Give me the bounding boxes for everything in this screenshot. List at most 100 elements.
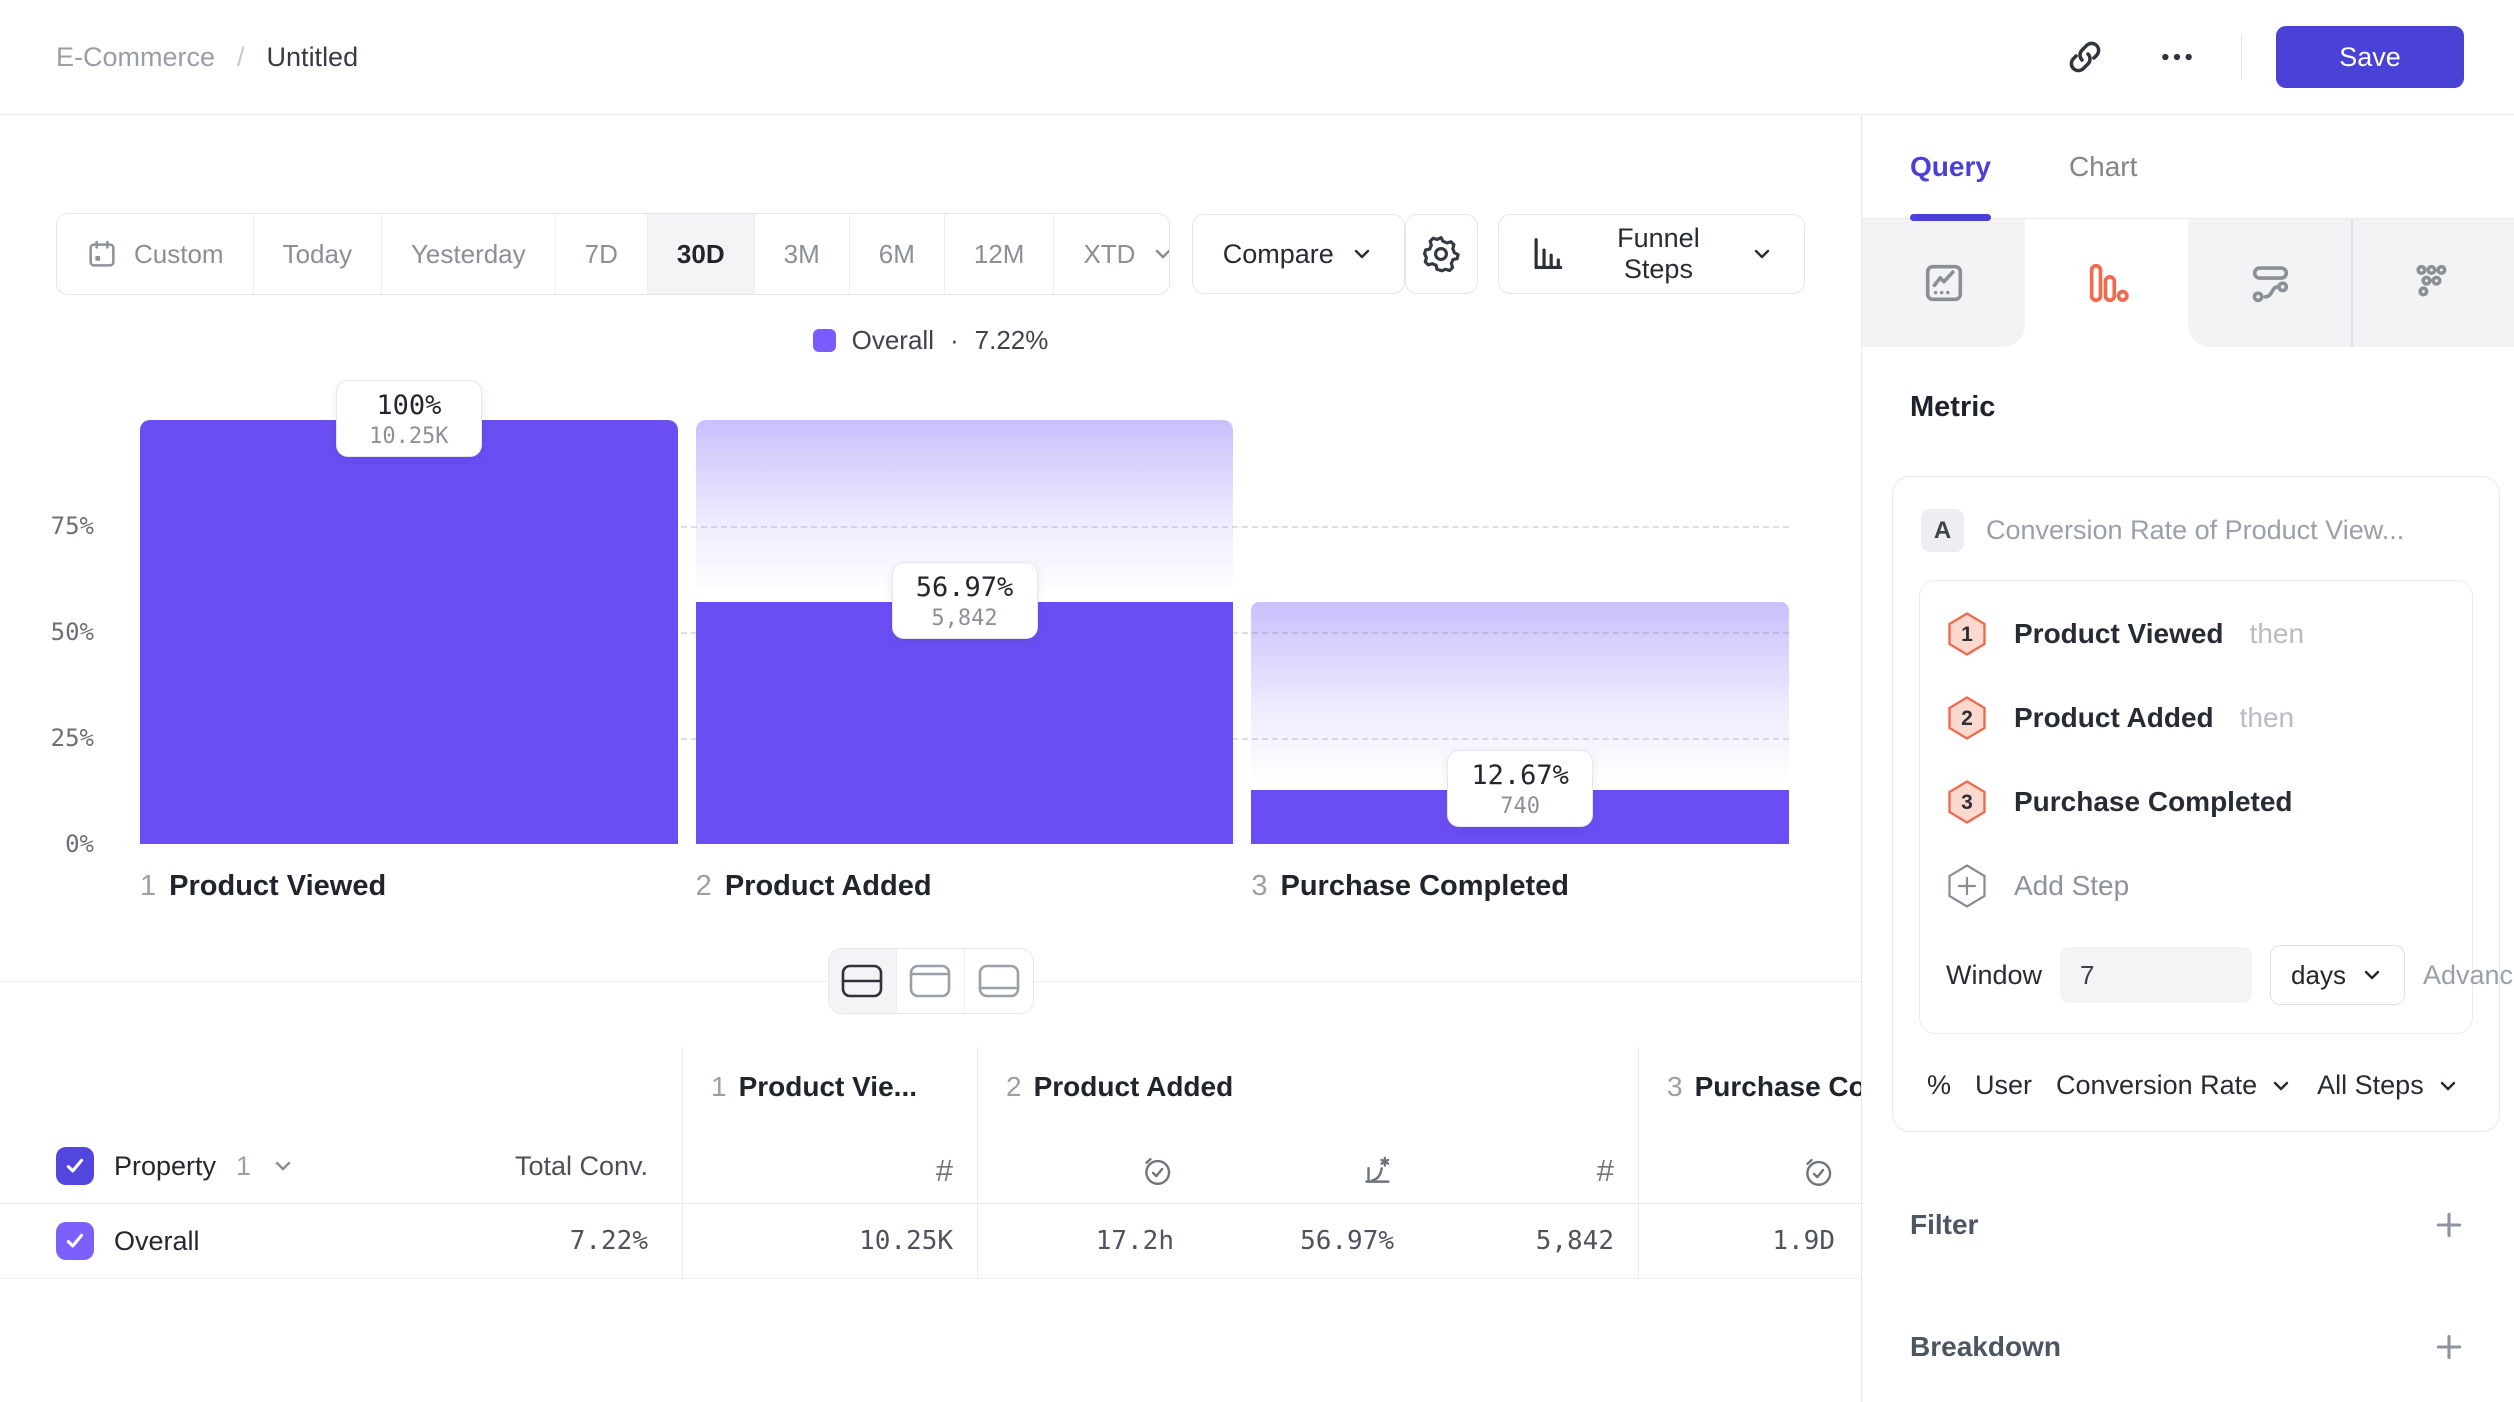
date-preset-7d[interactable]: 7D [556,214,648,294]
property-header-row: Property 1 Total Conv. [0,1147,682,1203]
date-preset-30d[interactable]: 30D [648,214,755,294]
funnel-bar-product-added[interactable]: 56.97% 5,842 [696,420,1234,844]
funnel-chart: 75% 50% 25% 0% 100% 10.25K [0,420,1789,844]
window-unit-select[interactable]: days [2270,945,2405,1005]
table-row-overall-step2: 17.2h 56.97% 5,842 [977,1203,1638,1279]
column-number: 2 [1006,1071,1022,1103]
compare-button[interactable]: Compare [1192,214,1405,294]
tab-query[interactable]: Query [1910,115,1991,218]
breadcrumb-title[interactable]: Untitled [267,42,359,73]
badge-percent: 56.97% [911,572,1019,603]
chevron-down-icon [1350,242,1374,266]
chart-type-frequency[interactable] [2351,219,2514,347]
date-preset-label: 12M [974,239,1025,270]
funnel-bar-purchase-completed[interactable]: 12.67% 740 [1251,420,1789,844]
breadcrumb-workspace[interactable]: E-Commerce [56,42,215,73]
date-preset-3m[interactable]: 3M [755,214,850,294]
chart-settings-button[interactable] [1405,214,1478,294]
funnel-bar-product-viewed[interactable]: 100% 10.25K [140,420,678,844]
share-link-button[interactable] [2057,29,2113,85]
badge-count: 740 [1466,794,1574,819]
date-preset-custom[interactable]: Custom [57,214,254,294]
report-content: Custom Today Yesterday 7D 30D 3M 6M 12M … [0,115,1862,1402]
chart-type-button[interactable]: Funnel Steps [1498,214,1805,294]
gear-icon [1420,233,1462,275]
date-preset-label: 7D [585,239,618,270]
property-label[interactable]: Property [114,1151,216,1182]
date-preset-6m[interactable]: 6M [850,214,945,294]
conversion-window-row: Window days Advanced [1946,945,2446,1005]
chevron-down-icon [1750,242,1774,266]
layout-table-only-button[interactable] [965,949,1033,1013]
tab-chart[interactable]: Chart [2069,115,2137,218]
ellipsis-icon [2155,37,2199,77]
date-preset-xtd[interactable]: XTD [1054,214,1169,294]
date-preset-today[interactable]: Today [254,214,382,294]
advanced-toggle[interactable]: Advanced [2423,960,2514,991]
metric-header[interactable]: A Conversion Rate of Product View... [1919,503,2473,552]
add-step-label: Add Step [2014,870,2129,902]
app-window: E-Commerce / Untitled Save [0,0,2514,1402]
subcolumn-icons [1639,1155,1861,1203]
column-number: 3 [1667,1071,1683,1103]
chevron-down-icon[interactable] [271,1154,295,1178]
funnel-step-row-3[interactable]: 3 Purchase Completed [1946,779,2446,825]
count-icon: # [936,1153,953,1189]
select-all-checkbox[interactable] [56,1147,94,1185]
chart-type-insights[interactable] [1862,219,2025,347]
window-value-input[interactable] [2060,947,2252,1003]
flow-chart-icon [2247,260,2293,306]
step-number: 1 [140,870,156,903]
funnel-bars: 100% 10.25K 56.97% 5,842 [140,420,1789,844]
funnel-step-row-2[interactable]: 2 Product Added then [1946,695,2446,741]
more-options-button[interactable] [2147,29,2207,85]
step-number: 3 [1251,870,1267,903]
compare-label: Compare [1223,239,1334,270]
step-number-text: 2 [1961,707,1973,730]
layout-split-button[interactable] [829,949,897,1013]
calendar-icon [86,238,118,270]
badge-percent: 12.67% [1466,760,1574,791]
funnel-step-row-1[interactable]: 1 Product Viewed then [1946,611,2446,657]
step-number-text: 3 [1961,791,1973,814]
layout-chart-only-button[interactable] [897,949,965,1013]
insights-chart-icon [1921,260,1967,306]
date-preset-yesterday[interactable]: Yesterday [382,214,556,294]
step-number-text: 1 [1961,623,1973,646]
badge-count: 5,842 [911,606,1019,631]
bar-segment [140,420,678,844]
badge-count: 10.25K [355,424,463,449]
layout-toggle-group [828,948,1034,1014]
topbar-actions: Save [2057,26,2464,88]
legend-dot: · [950,325,959,356]
row-checkbox[interactable] [56,1222,94,1260]
chart-type-flow[interactable] [2188,219,2351,347]
steps-card: 1 Product Viewed then 2 Product Added th… [1919,580,2473,1034]
table-row-overall-lead[interactable]: Overall 7.22% [0,1203,682,1279]
step-number-badge: 3 [1946,779,1988,825]
chart-toolbar: Custom Today Yesterday 7D 30D 3M 6M 12M … [56,213,1805,295]
chart-legend[interactable]: Overall · 7.22% [0,325,1861,356]
chart-type-funnel[interactable] [2025,219,2188,347]
breakdown-section: Breakdown [1910,1330,2466,1364]
step-name: Product Viewed [169,870,386,903]
chart-type-label: Funnel Steps [1583,223,1734,285]
add-filter-button[interactable] [2432,1208,2466,1242]
add-step-button[interactable]: Add Step [1946,863,2446,909]
table-header-step1: 1 Product Vie... # [682,1047,977,1203]
x-axis-labels: 1 Product Viewed 2 Product Added 3 Purch… [140,870,1789,903]
legend-series: Overall [852,325,934,356]
date-preset-12m[interactable]: 12M [945,214,1055,294]
y-tick-50: 50% [51,618,94,646]
add-breakdown-button[interactable] [2432,1330,2466,1364]
metric-selector[interactable]: Conversion Rate [2056,1070,2293,1101]
date-preset-label: 30D [677,239,725,270]
date-preset-label: Custom [134,239,224,270]
date-preset-label: Yesterday [411,239,526,270]
step-event-name: Product Added [2014,702,2214,734]
scope-selector[interactable]: All Steps [2317,1070,2460,1101]
main-area: Custom Today Yesterday 7D 30D 3M 6M 12M … [0,115,2514,1402]
time-to-convert-icon [1801,1155,1835,1189]
save-button[interactable]: Save [2276,26,2464,88]
entity-selector[interactable]: User [1975,1070,2032,1101]
